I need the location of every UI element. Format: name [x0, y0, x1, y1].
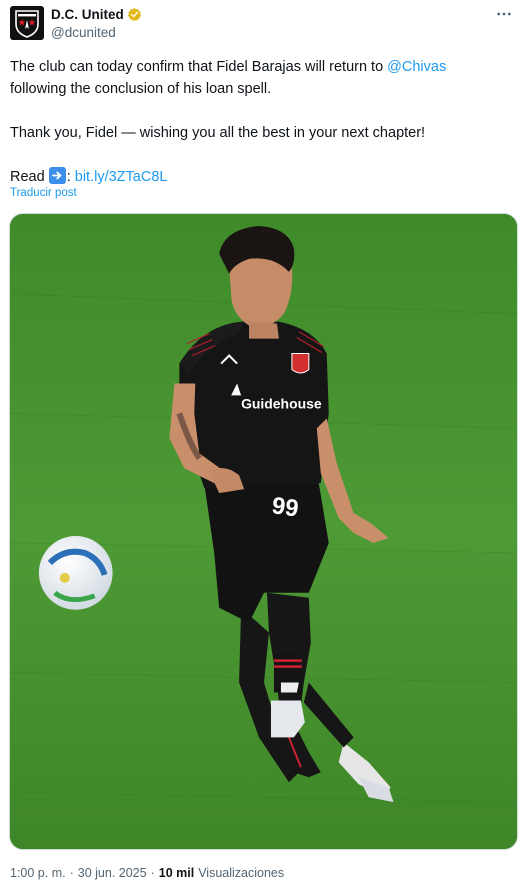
views-label: Visualizaciones [198, 866, 285, 880]
author-handle[interactable]: @dcunited [51, 25, 116, 40]
translate-post-link[interactable]: Traducir post [10, 187, 77, 199]
gold-verified-badge-icon [127, 7, 141, 22]
short-link[interactable]: bit.ly/3ZTaC8L [75, 169, 168, 185]
author-name-row[interactable]: D.C. United [51, 7, 142, 22]
mention-link[interactable]: @Chivas [387, 59, 446, 75]
right-arrow-emoji-icon [48, 167, 66, 184]
views-count: 10 mil [158, 866, 195, 880]
tweet-line-2: following the conclusion of his loan spe… [10, 81, 272, 97]
tweet-text-segment: The club can today confirm that Fidel Ba… [10, 59, 388, 75]
tweet-meta: 1:00 p. m. · 30 jun. 2025 · 10 mil Visua… [10, 866, 284, 880]
svg-text:Guidehouse: Guidehouse [241, 395, 322, 411]
read-label: Read [10, 169, 45, 185]
tweet-line-4: Read : bit.ly/3ZTaC8L [10, 166, 510, 188]
tweet-date[interactable]: 30 jun. 2025 [78, 866, 147, 880]
read-colon: : [66, 169, 71, 185]
more-dots-icon [497, 12, 511, 16]
more-options-button[interactable] [492, 4, 516, 24]
author-display-name[interactable]: D.C. United [51, 7, 124, 22]
soccer-player-photo: 99 Guidehouse [10, 214, 517, 849]
soccer-ball [38, 535, 113, 610]
tweet-photo[interactable]: 99 Guidehouse [9, 213, 518, 850]
meta-separator: · [150, 866, 155, 880]
meta-separator: · [69, 866, 74, 880]
tweet-text: The club can today confirm that Fidel Ba… [10, 56, 510, 188]
tweet-line-3: Thank you, Fidel — wishing you all the b… [10, 125, 426, 141]
svg-text:99: 99 [270, 492, 300, 522]
tweet-time[interactable]: 1:00 p. m. [10, 866, 66, 880]
avatar[interactable] [10, 6, 44, 40]
dc-united-crest-icon [15, 10, 39, 38]
tweet-line-1: The club can today confirm that Fidel Ba… [10, 56, 510, 78]
